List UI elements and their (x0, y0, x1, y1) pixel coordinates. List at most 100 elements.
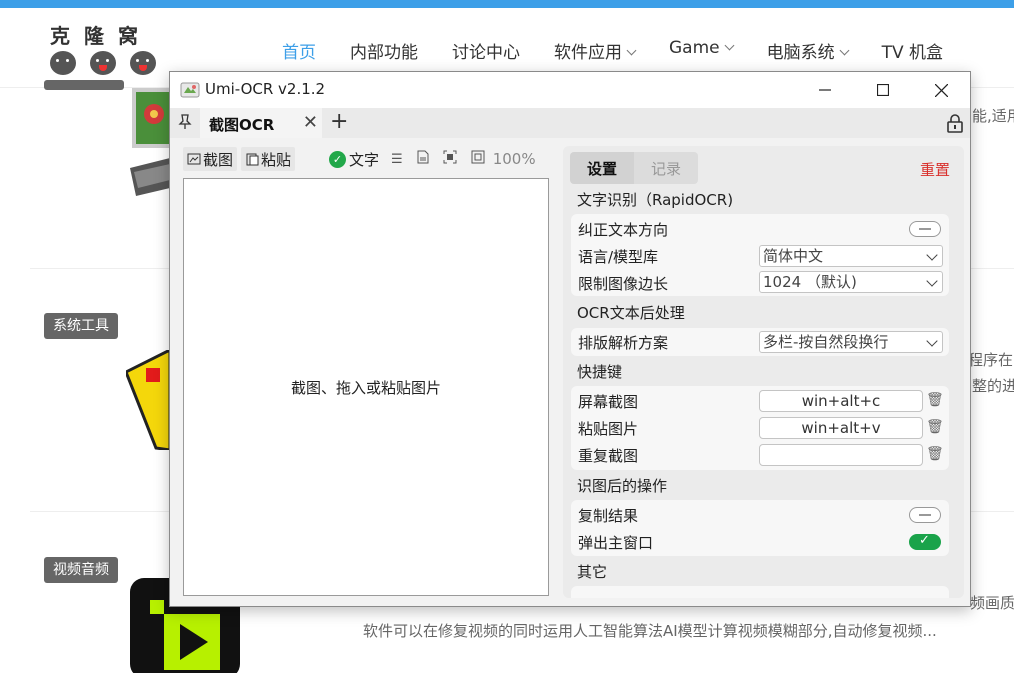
nav-home[interactable]: 首页 (282, 38, 316, 63)
logo-mascots (50, 51, 160, 75)
close-window-button[interactable] (912, 72, 970, 108)
drop-hint: 截图、拖入或粘贴图片 (290, 378, 441, 397)
tab-close-icon[interactable]: ✕ (303, 112, 318, 133)
article-thumb[interactable] (128, 88, 170, 198)
app-icon (180, 82, 200, 98)
article-snippet: 整的进 (972, 377, 1014, 395)
text-toggle-label: 文字 (349, 150, 380, 169)
screenshot-button[interactable]: 截图 (183, 147, 238, 171)
nav-system-label: 电脑系统 (766, 43, 835, 63)
maximize-icon (877, 84, 889, 96)
pin-icon[interactable] (178, 114, 192, 134)
actual-size-icon[interactable] (471, 150, 485, 168)
image-drop-area[interactable]: 截图、拖入或粘贴图片 (183, 178, 549, 596)
chevron-down-icon (926, 275, 938, 287)
paste-label: 粘贴 (261, 150, 292, 169)
nav-discussion[interactable]: 讨论中心 (452, 38, 520, 63)
popup-main-label: 弹出主窗口 (578, 534, 654, 552)
lock-icon[interactable] (946, 113, 964, 133)
nav-system[interactable]: 电脑系统 (766, 38, 850, 63)
section-after-title: 识图后的操作 (577, 477, 668, 495)
zoom-level: 100% (492, 150, 536, 168)
article-snippet: 能,适用 (972, 107, 1014, 125)
nav-tvbox[interactable]: TV 机盒 (882, 38, 943, 63)
hk-paste-input[interactable]: win+alt+v (759, 417, 923, 439)
window-title: Umi-OCR v2.1.2 (205, 80, 326, 98)
hk-screenshot-input[interactable]: win+alt+c (759, 390, 923, 412)
chevron-down-icon (839, 45, 850, 56)
layout-select[interactable]: 多栏-按自然段换行 (759, 331, 943, 353)
correct-direction-label: 纠正文本方向 (578, 221, 669, 239)
trash-icon[interactable]: 🗑 (926, 392, 944, 408)
tab-settings[interactable]: 设置 (570, 152, 634, 184)
check-icon: ✓ (329, 150, 347, 168)
site-top-accent (0, 0, 1014, 8)
nav-software-label: 软件应用 (554, 43, 622, 63)
nav-game[interactable]: Game (669, 38, 735, 63)
category-tag[interactable] (44, 80, 124, 90)
hk-repeat-input[interactable] (759, 444, 923, 466)
file-icon[interactable] (417, 150, 429, 168)
tab-screenshot-ocr[interactable]: 截图OCR ✕ (200, 108, 322, 138)
trash-icon[interactable]: 🗑 (926, 446, 944, 462)
paste-button[interactable]: 粘贴 (241, 147, 296, 171)
section-ocr-title: 文字识别（RapidOCR) (577, 191, 734, 209)
reset-button[interactable]: 重置 (920, 159, 950, 180)
limit-size-value: 1024 （默认) (763, 273, 857, 291)
chevron-down-icon (926, 335, 938, 347)
settings-tabs: 设置 记录 (570, 152, 698, 184)
minimize-icon (819, 89, 831, 91)
add-tab-button[interactable]: + (330, 109, 348, 134)
hk-repeat-label: 重复截图 (578, 447, 639, 465)
chevron-down-icon (926, 249, 938, 261)
ocr-settings-group: 纠正文本方向 语言/模型库 简体中文 限制图像边长 1024 （默认) (571, 214, 949, 296)
copy-result-label: 复制结果 (578, 507, 639, 525)
tool-image (124, 347, 172, 452)
screenshot-icon (187, 153, 201, 165)
article-thumb[interactable] (124, 347, 172, 452)
section-other-title: 其它 (577, 563, 608, 581)
language-value: 简体中文 (763, 247, 824, 265)
correct-direction-toggle[interactable] (909, 221, 941, 237)
nav-game-label: Game (669, 38, 720, 58)
language-select[interactable]: 简体中文 (759, 245, 943, 267)
mascot-icon (50, 51, 76, 75)
nav-internal[interactable]: 内部功能 (350, 38, 418, 63)
list-icon[interactable]: ☰ (391, 152, 403, 167)
fit-icon[interactable] (443, 150, 457, 168)
screenshot-label: 截图 (203, 150, 234, 169)
image-panel: 截图 粘贴 ✓ 文字 ☰ 100% 截图、拖入或粘贴图片 (178, 146, 556, 598)
trash-icon[interactable]: 🗑 (926, 419, 944, 435)
hotkeys-group: 屏幕截图 win+alt+c 🗑 粘贴图片 win+alt+v 🗑 重复截图 🗑 (571, 386, 949, 470)
article-snippet: 程序在 (968, 351, 1014, 369)
post-process-group: 排版解析方案 多栏-按自然段换行 (571, 328, 949, 356)
main-nav: 首页 内部功能 讨论中心 软件应用 Game 电脑系统 TV 机盒 (282, 38, 977, 63)
tab-records[interactable]: 记录 (634, 152, 698, 184)
chevron-down-icon (626, 45, 637, 56)
hk-screenshot-label: 屏幕截图 (578, 393, 639, 411)
limit-size-select[interactable]: 1024 （默认) (759, 271, 943, 293)
section-post-title: OCR文本后处理 (577, 304, 685, 322)
copy-result-toggle[interactable] (909, 507, 941, 523)
hk-paste-label: 粘贴图片 (578, 420, 639, 438)
left-toolbar: 截图 粘贴 ✓ 文字 ☰ 100% (183, 146, 555, 172)
site-logo[interactable]: 克隆窝 (50, 20, 160, 84)
tab-label: 截图OCR (209, 116, 275, 134)
category-tag-system-tools[interactable]: 系统工具 (44, 313, 118, 339)
section-hotkeys-title: 快捷键 (577, 363, 623, 381)
layout-label: 排版解析方案 (578, 334, 669, 352)
popup-main-toggle[interactable] (909, 533, 941, 550)
mascot-icon (130, 51, 156, 75)
tab-bar: 截图OCR ✕ + (170, 108, 970, 138)
settings-panel: 设置 记录 重置 文字识别（RapidOCR) 纠正文本方向 语言/模型库 简体… (563, 146, 964, 598)
umi-ocr-window: Umi-OCR v2.1.2 截图OCR ✕ + 截图 粘贴 ✓ 文字 ☰ 10… (169, 71, 971, 607)
nav-software[interactable]: 软件应用 (554, 38, 637, 63)
paste-icon (246, 153, 259, 166)
window-titlebar[interactable]: Umi-OCR v2.1.2 (170, 72, 970, 108)
maximize-button[interactable] (854, 72, 912, 108)
category-tag-video-audio[interactable]: 视频音频 (44, 557, 118, 583)
chevron-down-icon (724, 40, 735, 51)
text-toggle[interactable]: ✓ 文字 (329, 149, 379, 170)
after-ocr-group: 复制结果 弹出主窗口 (571, 500, 949, 556)
minimize-button[interactable] (796, 72, 854, 108)
